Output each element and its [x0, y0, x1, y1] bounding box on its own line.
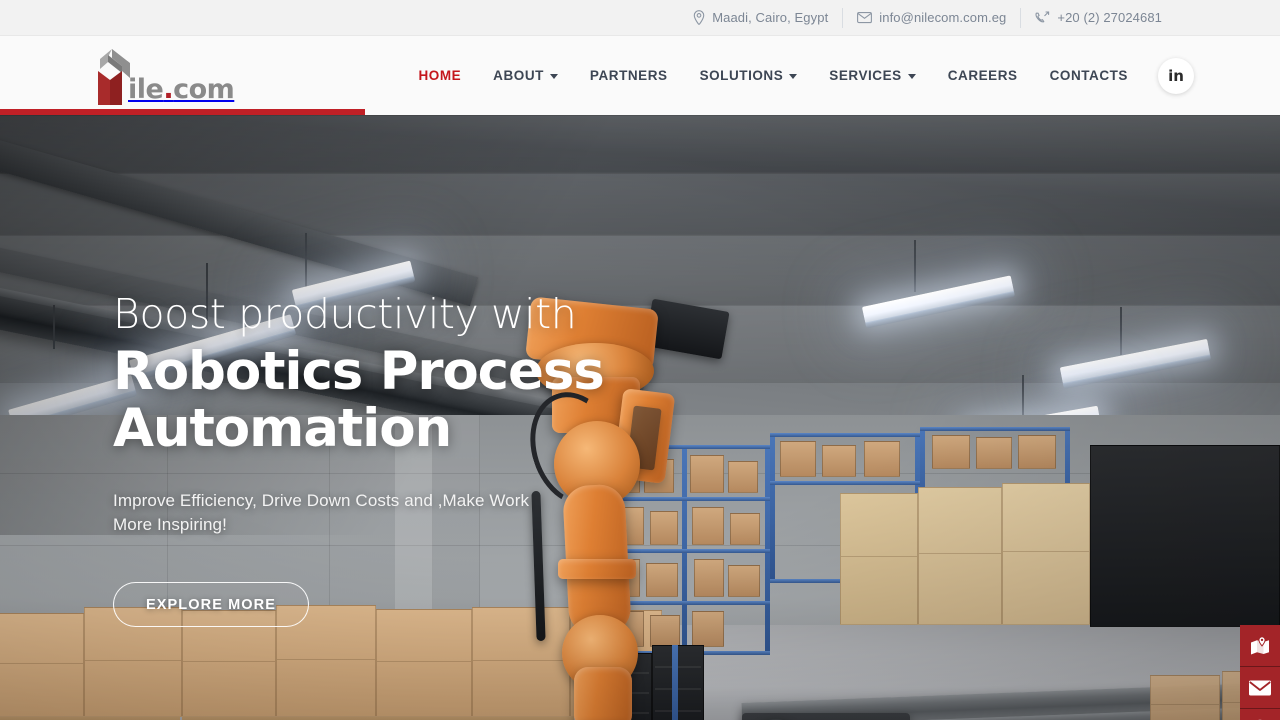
nav-item-contacts[interactable]: CONTACTS	[1034, 58, 1144, 93]
topbar-location-label: Maadi, Cairo, Egypt	[712, 10, 829, 25]
hero-subtitle: Improve Efficiency, Drive Down Costs and…	[113, 490, 530, 535]
site-header: ile.com HOME ABOUT PARTNERS SOLUTIONS SE…	[0, 36, 1280, 115]
hero-content: Boost productivity with Robotics Process…	[113, 290, 605, 627]
location-pin-icon	[693, 10, 705, 25]
side-action-dock	[1240, 625, 1280, 720]
chevron-down-icon	[549, 74, 558, 79]
logo-wordmark: ile.com	[128, 73, 235, 105]
main-navigation: HOME ABOUT PARTNERS SOLUTIONS SERVICES C…	[402, 57, 1194, 94]
question-mark-icon[interactable]	[1240, 709, 1280, 720]
hero-headline-bold: Robotics Process Automation	[113, 341, 605, 459]
nav-item-label: CAREERS	[947, 68, 1018, 83]
topbar-email[interactable]: info@nilecom.com.eg	[842, 7, 1020, 28]
nav-item-services[interactable]: SERVICES	[813, 58, 931, 93]
nav-item-label: CONTACTS	[1049, 68, 1128, 83]
nav-item-label: SERVICES	[829, 68, 902, 83]
nav-item-partners[interactable]: PARTNERS	[574, 58, 684, 93]
topbar-location[interactable]: Maadi, Cairo, Egypt	[679, 8, 842, 28]
explore-more-button[interactable]: EXPLORE MORE	[113, 582, 309, 627]
nav-item-label: ABOUT	[493, 68, 544, 83]
hero-headline-bold-line1: Robotics Process	[113, 341, 605, 403]
topbar-email-label: info@nilecom.com.eg	[879, 10, 1007, 25]
hero-headline-light: Boost productivity with	[113, 290, 577, 338]
top-utility-bar: Maadi, Cairo, Egypt info@nilecom.com.eg …	[0, 0, 1280, 36]
nav-item-about[interactable]: ABOUT	[477, 58, 574, 93]
chevron-down-icon	[907, 74, 916, 79]
linkedin-icon[interactable]: in	[1158, 57, 1194, 94]
site-logo[interactable]: ile.com	[86, 45, 235, 107]
logo-mark-icon	[86, 47, 142, 107]
hero-headline-bold-line2: Automation	[113, 397, 452, 459]
nav-item-careers[interactable]: CAREERS	[932, 58, 1034, 93]
map-location-icon[interactable]	[1240, 625, 1280, 667]
linkedin-label: in	[1168, 66, 1184, 85]
nav-item-solutions[interactable]: SOLUTIONS	[684, 58, 814, 93]
nav-item-label: HOME	[418, 68, 462, 83]
hero-banner: Boost productivity with Robotics Process…	[0, 115, 1280, 720]
envelope-icon	[857, 11, 873, 24]
envelope-icon[interactable]	[1240, 667, 1280, 709]
phone-icon	[1035, 10, 1050, 25]
topbar-phone[interactable]: +20 (2) 27024681	[1020, 7, 1176, 28]
nav-item-home[interactable]: HOME	[402, 58, 477, 93]
chevron-down-icon	[789, 74, 798, 79]
nav-item-label: PARTNERS	[589, 68, 668, 83]
nav-item-label: SOLUTIONS	[699, 68, 784, 83]
topbar-phone-label: +20 (2) 27024681	[1057, 10, 1162, 25]
